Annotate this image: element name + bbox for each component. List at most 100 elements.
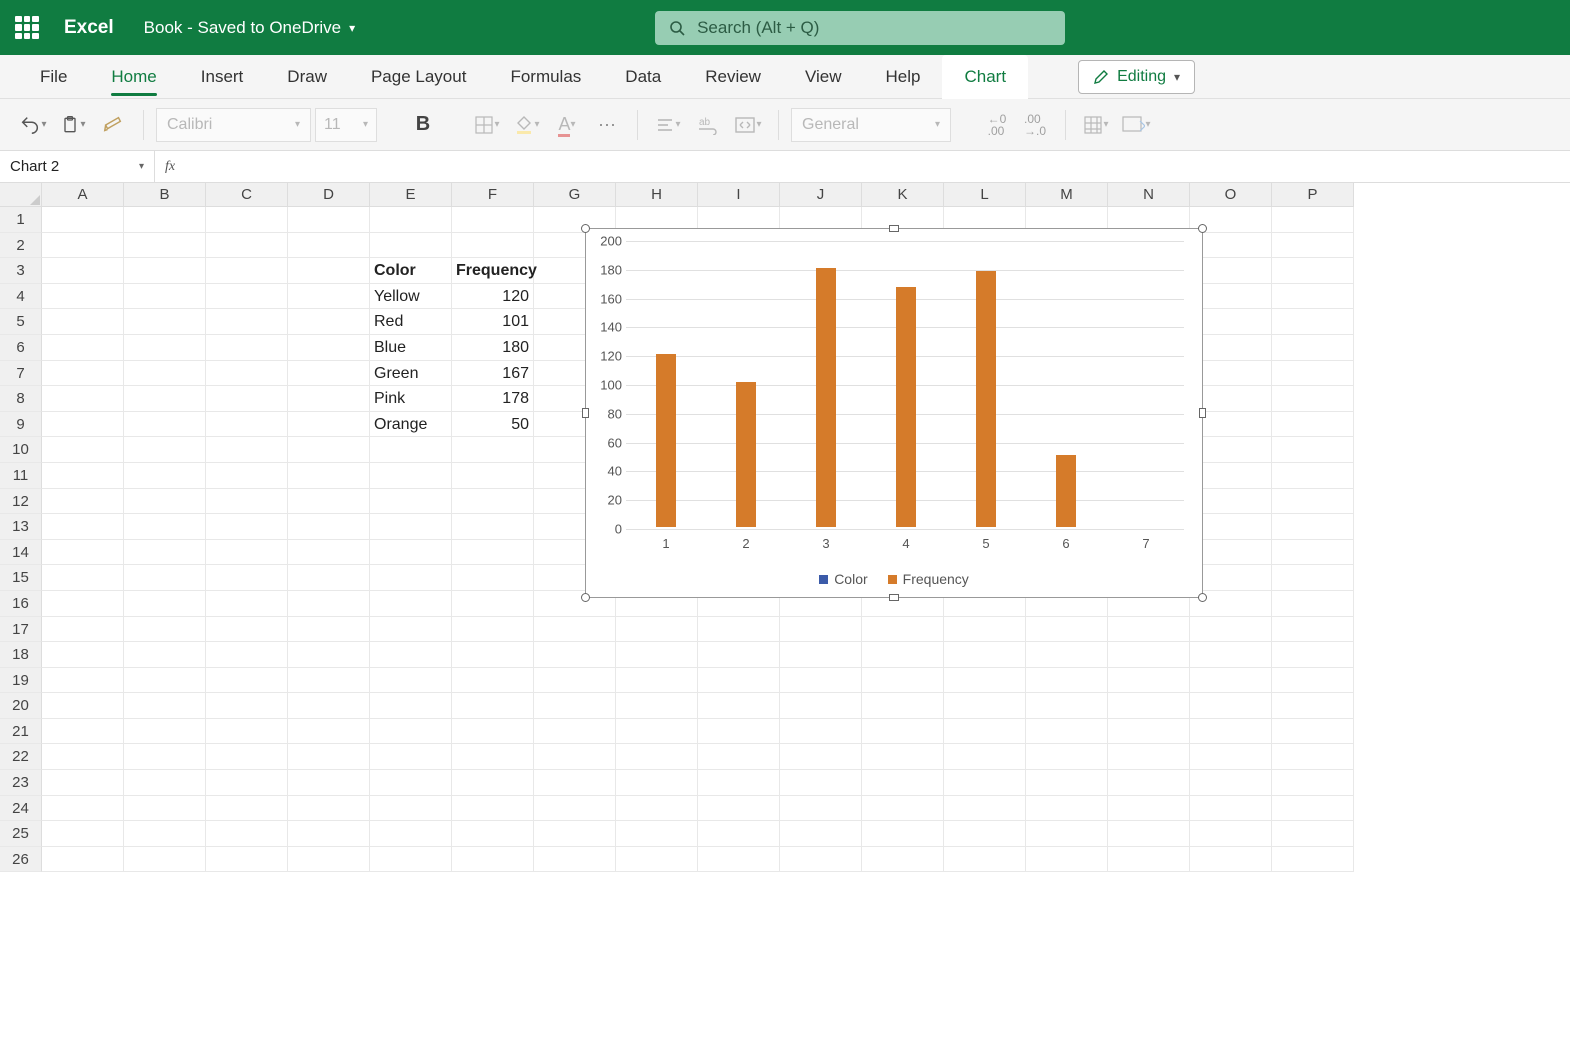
cell[interactable] <box>288 514 370 540</box>
cell[interactable] <box>1108 821 1190 847</box>
row-header[interactable]: 18 <box>0 642 42 668</box>
cell[interactable] <box>42 309 124 335</box>
cell[interactable] <box>124 489 206 515</box>
cell[interactable] <box>944 796 1026 822</box>
cell[interactable] <box>42 847 124 873</box>
cell[interactable] <box>944 668 1026 694</box>
cell[interactable] <box>1108 617 1190 643</box>
cell[interactable] <box>862 719 944 745</box>
cell[interactable] <box>124 233 206 259</box>
cell[interactable] <box>288 770 370 796</box>
fill-color-button[interactable]: ▾ <box>509 107 545 143</box>
cell[interactable] <box>124 386 206 412</box>
cell[interactable] <box>288 258 370 284</box>
cell[interactable] <box>534 642 616 668</box>
resize-handle[interactable] <box>581 224 590 233</box>
cell[interactable] <box>206 847 288 873</box>
bold-button[interactable]: B <box>405 107 441 143</box>
font-size-select[interactable]: 11▾ <box>315 108 377 142</box>
cell[interactable] <box>534 847 616 873</box>
tab-file[interactable]: File <box>18 55 89 99</box>
cell[interactable] <box>206 719 288 745</box>
document-status[interactable]: Book - Saved to OneDrive ▾ <box>144 18 356 38</box>
cell[interactable] <box>1272 796 1354 822</box>
cell[interactable] <box>288 284 370 310</box>
cell[interactable] <box>534 770 616 796</box>
tab-chart[interactable]: Chart <box>942 55 1028 99</box>
cell[interactable] <box>288 309 370 335</box>
cell[interactable] <box>1108 668 1190 694</box>
cell[interactable] <box>288 719 370 745</box>
cell[interactable] <box>944 617 1026 643</box>
cell[interactable] <box>534 617 616 643</box>
cell[interactable] <box>616 642 698 668</box>
cell[interactable] <box>288 642 370 668</box>
cell[interactable] <box>1272 617 1354 643</box>
row-header[interactable]: 12 <box>0 489 42 515</box>
cell[interactable] <box>42 258 124 284</box>
cell[interactable] <box>452 744 534 770</box>
cell[interactable] <box>534 668 616 694</box>
cell[interactable] <box>42 284 124 310</box>
cell[interactable] <box>1190 719 1272 745</box>
row-header[interactable]: 8 <box>0 386 42 412</box>
cell[interactable]: Blue <box>370 335 452 361</box>
row-header[interactable]: 22 <box>0 744 42 770</box>
row-header[interactable]: 17 <box>0 617 42 643</box>
cell[interactable] <box>206 309 288 335</box>
cell[interactable] <box>452 796 534 822</box>
tab-page-layout[interactable]: Page Layout <box>349 55 488 99</box>
cell[interactable] <box>42 719 124 745</box>
cell[interactable] <box>288 540 370 566</box>
cell[interactable] <box>780 847 862 873</box>
cell[interactable] <box>42 770 124 796</box>
cell[interactable] <box>780 642 862 668</box>
cell[interactable] <box>452 565 534 591</box>
search-input[interactable]: Search (Alt + Q) <box>655 11 1065 45</box>
cell[interactable] <box>370 719 452 745</box>
cell[interactable] <box>1272 386 1354 412</box>
row-header[interactable]: 19 <box>0 668 42 694</box>
font-color-button[interactable]: A▾ <box>549 107 585 143</box>
cell[interactable] <box>1190 617 1272 643</box>
cell[interactable] <box>616 668 698 694</box>
cell[interactable] <box>452 514 534 540</box>
cell[interactable] <box>370 770 452 796</box>
cell[interactable] <box>534 744 616 770</box>
cell[interactable] <box>124 207 206 233</box>
cell[interactable] <box>124 693 206 719</box>
paste-button[interactable]: ▾ <box>55 107 91 143</box>
cell[interactable] <box>124 642 206 668</box>
cell[interactable] <box>1272 463 1354 489</box>
cell[interactable] <box>1272 821 1354 847</box>
cell[interactable] <box>452 642 534 668</box>
row-header[interactable]: 6 <box>0 335 42 361</box>
cell[interactable] <box>370 437 452 463</box>
cell[interactable] <box>944 693 1026 719</box>
row-header[interactable]: 11 <box>0 463 42 489</box>
cell[interactable] <box>616 617 698 643</box>
cell[interactable] <box>616 744 698 770</box>
cell[interactable] <box>124 744 206 770</box>
cell[interactable] <box>452 821 534 847</box>
fx-icon[interactable]: fx <box>155 159 185 175</box>
cell[interactable] <box>1272 668 1354 694</box>
cell[interactable] <box>206 437 288 463</box>
cell[interactable] <box>206 233 288 259</box>
formula-input[interactable] <box>185 151 1570 182</box>
resize-handle[interactable] <box>889 225 899 232</box>
cell[interactable] <box>1272 309 1354 335</box>
cell[interactable] <box>1190 847 1272 873</box>
cell[interactable] <box>944 719 1026 745</box>
cell[interactable]: Color <box>370 258 452 284</box>
resize-handle[interactable] <box>1198 224 1207 233</box>
cell[interactable]: Yellow <box>370 284 452 310</box>
cell[interactable] <box>1272 565 1354 591</box>
cell[interactable] <box>206 514 288 540</box>
name-box[interactable]: Chart 2 ▾ <box>0 151 155 182</box>
row-header[interactable]: 4 <box>0 284 42 310</box>
cell[interactable] <box>42 744 124 770</box>
cell[interactable] <box>452 617 534 643</box>
more-font-options-button[interactable]: ··· <box>589 107 625 143</box>
cell[interactable] <box>452 719 534 745</box>
